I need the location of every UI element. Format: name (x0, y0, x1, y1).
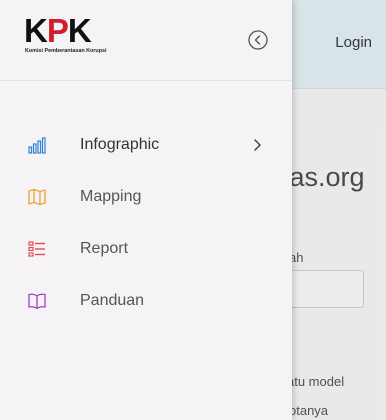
chevron-right-icon (254, 139, 261, 151)
collapse-drawer-button[interactable] (248, 30, 268, 50)
menu-item-report[interactable]: Report (0, 224, 292, 276)
menu-item-label: Report (80, 240, 129, 257)
menu-item-infographic[interactable]: Infographic (0, 120, 292, 172)
kpk-logo[interactable]: KPK Komisi Pemberantasan Korupsi (24, 14, 146, 60)
drawer-menu: Infographic Mapping Report Panduan (0, 120, 292, 328)
menu-item-label: Panduan (80, 292, 145, 309)
menu-item-label: Mapping (80, 188, 142, 205)
drawer-header: KPK Komisi Pemberantasan Korupsi (0, 0, 292, 81)
menu-item-mapping[interactable]: Mapping (0, 172, 292, 224)
logo-tagline: Komisi Pemberantasan Korupsi (25, 48, 107, 54)
list-icon (28, 241, 45, 257)
navigation-drawer: KPK Komisi Pemberantasan Korupsi Infogra… (0, 0, 292, 420)
book-icon (28, 293, 46, 310)
menu-item-label: Infographic (80, 136, 160, 153)
logo-mark: KPK (24, 12, 92, 49)
chevron-left-circle-icon (248, 30, 268, 50)
bar-chart-icon (28, 137, 46, 154)
map-icon (28, 188, 46, 206)
menu-item-panduan[interactable]: Panduan (0, 276, 292, 328)
